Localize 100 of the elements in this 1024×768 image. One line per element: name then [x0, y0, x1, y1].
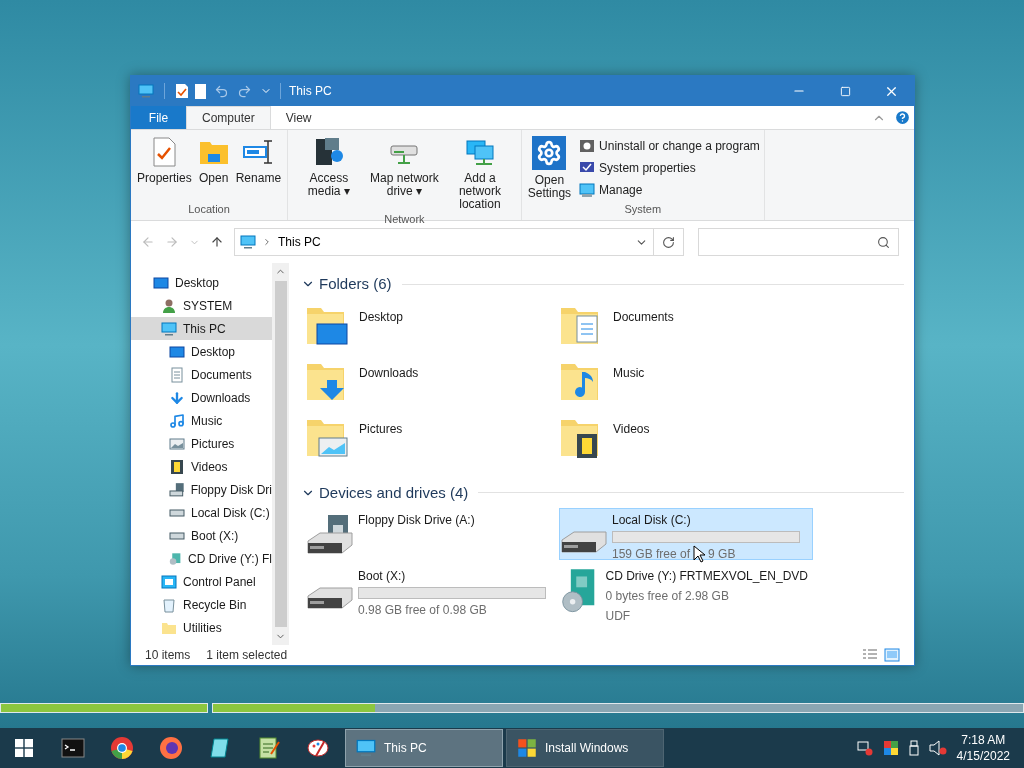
- selection-count: 1 item selected: [206, 647, 288, 664]
- user-icon: [161, 297, 177, 314]
- drive-icon: [169, 508, 185, 517]
- nav-tree-item[interactable]: SYSTEM: [131, 294, 272, 317]
- nav-tree-item[interactable]: Boot (X:): [131, 524, 272, 547]
- ribbon-small-button[interactable]: Uninstall or change a program: [579, 137, 760, 155]
- nav-tree-item[interactable]: Downloads: [131, 386, 272, 409]
- floppy-drive-icon: [306, 514, 354, 554]
- nav-tree-item[interactable]: Control Panel: [131, 570, 272, 593]
- document-icon: [169, 366, 185, 383]
- undo-icon[interactable]: [214, 83, 229, 99]
- free-space-text: 0 bytes free of 2.98 GB: [605, 588, 729, 605]
- hard-drive-icon: [560, 531, 608, 553]
- program-box-icon: [579, 138, 596, 154]
- computer-icon: [240, 234, 256, 250]
- cd-drive-icon: [169, 550, 182, 567]
- ribbon-button[interactable]: Open Settings: [525, 136, 574, 200]
- nav-tree-item[interactable]: Floppy Disk Dri: [131, 478, 272, 501]
- nav-tree-item[interactable]: Desktop: [131, 340, 272, 363]
- file-tab[interactable]: File: [131, 106, 186, 129]
- music-note-icon: [169, 412, 185, 429]
- nav-tree-item[interactable]: Videos: [131, 455, 272, 478]
- browser-icon[interactable]: [109, 736, 134, 760]
- ribbon-group-label: System: [623, 201, 663, 217]
- nav-tree-item[interactable]: Music: [131, 409, 272, 432]
- nav-tree-item[interactable]: CD Drive (Y:) Fl: [131, 547, 272, 570]
- item-count: 10 items: [145, 647, 191, 664]
- group-heading: Folders (6): [319, 274, 392, 294]
- blank-page-icon[interactable]: [195, 83, 206, 99]
- redo-icon[interactable]: [237, 83, 252, 99]
- folder-tile[interactable]: Downloads: [305, 355, 559, 412]
- terminal-icon[interactable]: [60, 736, 85, 760]
- ribbon-button[interactable]: Properties: [135, 136, 194, 185]
- ribbon-button[interactable]: Add a network location: [443, 136, 517, 211]
- start-windows-icon[interactable]: [15, 739, 33, 757]
- network-disconnected-icon[interactable]: [856, 740, 873, 756]
- nav-tree-item[interactable]: This PC: [131, 317, 272, 340]
- drive-name: Floppy Disk Drive (A:): [358, 512, 475, 529]
- ribbon-group-label: Location: [187, 201, 231, 217]
- color-display-icon[interactable]: [882, 740, 899, 756]
- free-space-text: 9 GB: [708, 546, 736, 563]
- taskbar-window-button[interactable]: This PC: [345, 729, 503, 767]
- nav-tree-item[interactable]: Desktop: [131, 271, 272, 294]
- computer-icon: [161, 320, 177, 337]
- folder-tile[interactable]: Pictures: [305, 411, 559, 468]
- taskbar-window-button[interactable]: Install Windows: [506, 729, 664, 767]
- glass-pane-icon[interactable]: [207, 736, 232, 760]
- nav-tree-item[interactable]: Utilities: [131, 616, 272, 639]
- drive-name: Boot (X:): [358, 568, 407, 585]
- computer-icon: [356, 738, 376, 758]
- ribbon-button[interactable]: Open: [195, 136, 232, 185]
- ribbon-button[interactable]: Access media ▾: [292, 136, 366, 198]
- desktop-icon: [153, 274, 169, 291]
- nav-tree-item[interactable]: Local Disk (C:): [131, 501, 272, 524]
- search-field[interactable]: [698, 228, 899, 256]
- drive-tile[interactable]: Boot (X:) 0.98 GB free of 0.98 GB: [305, 564, 559, 616]
- desktop-icon: [169, 343, 185, 360]
- properties-icon[interactable]: [175, 83, 189, 99]
- ribbon-group-label: Network: [383, 212, 426, 227]
- palette-icon[interactable]: [305, 736, 330, 760]
- help-icon[interactable]: [894, 109, 911, 126]
- picture-icon: [169, 435, 185, 452]
- fox-browser-icon[interactable]: [158, 736, 183, 760]
- address-bar[interactable]: This PC: [234, 228, 654, 256]
- settings-icon: [532, 136, 567, 170]
- nav-tree-item[interactable]: Recycle Bin: [131, 593, 272, 616]
- notepad-icon[interactable]: [256, 736, 281, 760]
- drive-tile[interactable]: Local Disk (C:) 159 GB free of 9 GB: [559, 508, 813, 560]
- up-icon[interactable]: [210, 235, 224, 249]
- computer-icon: [138, 83, 154, 99]
- clock[interactable]: 7:18 AM 4/15/2022: [956, 732, 1010, 764]
- drive-tile[interactable]: Floppy Disk Drive (A:): [305, 508, 559, 560]
- ribbon-button[interactable]: Map network drive ▾: [367, 136, 442, 198]
- mouse-cursor-icon: [693, 545, 706, 563]
- folder-tile[interactable]: Documents: [559, 299, 813, 356]
- speaker-muted-icon[interactable]: [928, 740, 947, 756]
- ribbon-button[interactable]: Rename: [233, 136, 284, 185]
- floppy-drive-icon: [169, 481, 185, 498]
- control-panel-icon: [161, 573, 177, 590]
- drive-name: Local Disk (C:): [612, 512, 692, 529]
- hard-drive-icon: [306, 587, 354, 609]
- usb-drive-icon[interactable]: [908, 740, 919, 756]
- ribbon-small-button[interactable]: System properties: [579, 159, 760, 177]
- free-space-text: 159 GB free of: [612, 546, 691, 563]
- drive-name: CD Drive (Y:) FRTMEXVOL_EN_DVD: [605, 568, 808, 585]
- folder-tile[interactable]: Music: [559, 355, 813, 412]
- breadcrumb-chevron-icon[interactable]: [262, 237, 272, 247]
- nav-tree-item[interactable]: Pictures: [131, 432, 272, 455]
- refresh-icon[interactable]: [662, 235, 675, 249]
- folder-tile[interactable]: Videos: [559, 411, 813, 468]
- ribbon-tab[interactable]: View: [270, 106, 327, 129]
- recycle-bin-icon: [161, 596, 177, 613]
- computer-manage-icon: [579, 182, 596, 198]
- folder-tile[interactable]: Desktop: [305, 299, 559, 356]
- scroll-bar[interactable]: [272, 263, 289, 645]
- ribbon-tab[interactable]: Computer: [186, 106, 271, 129]
- nav-tree-item[interactable]: Documents: [131, 363, 272, 386]
- ribbon-small-button[interactable]: Manage: [579, 181, 760, 199]
- maximize-icon[interactable]: [839, 85, 851, 97]
- file-system-text: UDF: [605, 608, 632, 625]
